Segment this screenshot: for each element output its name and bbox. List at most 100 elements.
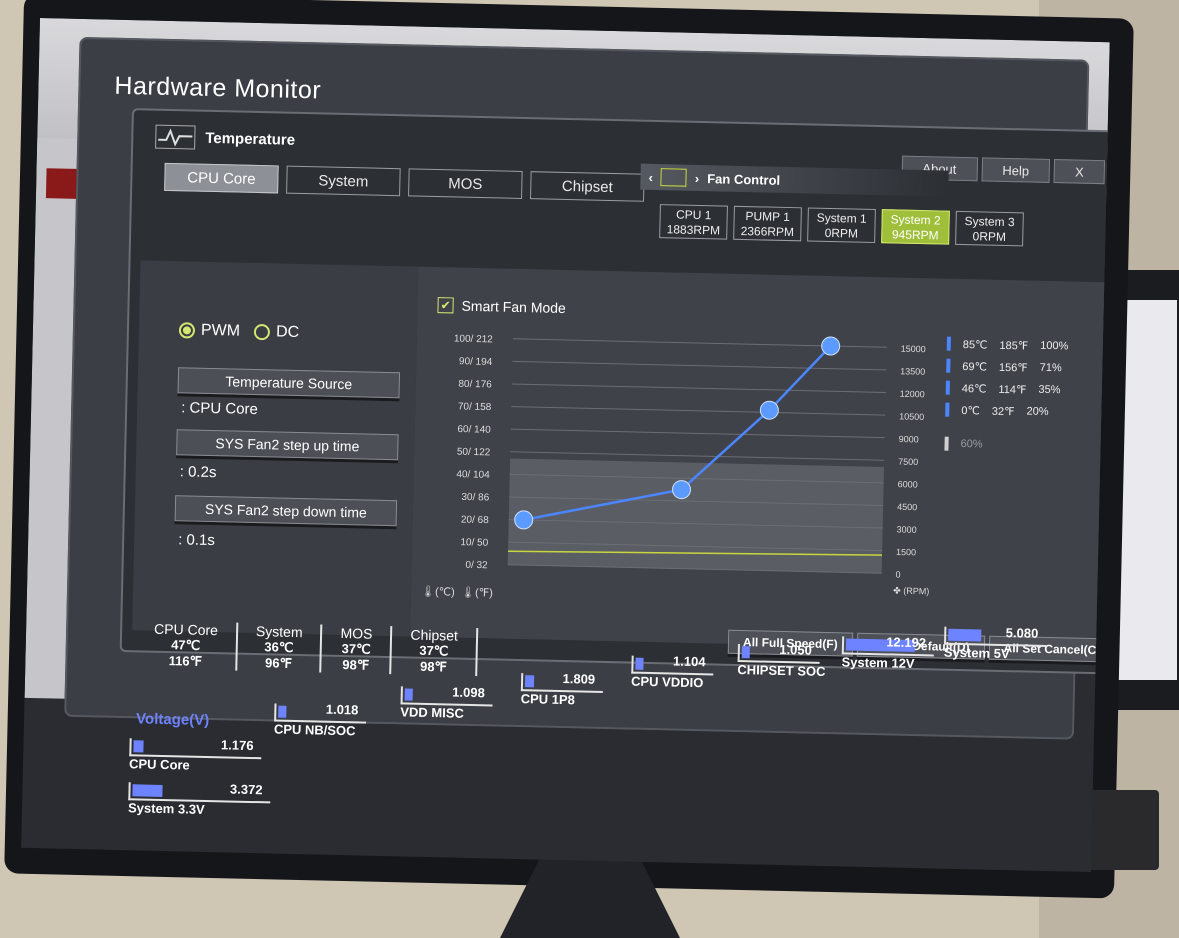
voltage-label: CHIPSET SOC	[737, 661, 826, 679]
unit-celsius: 🌡(℃)	[421, 585, 455, 599]
y-tick-label-left: 100/ 212	[454, 333, 494, 345]
fan-rpm: 945RPM	[891, 227, 939, 243]
fan-control-header[interactable]: ‹ › Fan Control	[640, 163, 949, 197]
y-tick-label-right: 4500	[897, 502, 917, 512]
voltage-item: 5.080 System 5V	[943, 625, 1047, 662]
voltage-bar: 1.176	[129, 737, 262, 760]
tab-chipset[interactable]: Chipset	[530, 171, 645, 202]
voltage-label: System 5V	[943, 644, 1010, 662]
temperature-source-button[interactable]: Temperature Source	[177, 367, 401, 399]
unit-rpm: ✤ (RPM)	[893, 586, 929, 597]
fan-curve-point	[759, 400, 779, 420]
readout-cpu-core: CPU Core 47℃ 116℉	[135, 620, 239, 671]
pwm-option[interactable]: PWM	[178, 321, 241, 340]
y-tick-label-left: 90/ 194	[459, 356, 493, 368]
legend-row: 46℃ 114℉ 35%	[945, 377, 1068, 402]
help-button[interactable]: Help	[981, 157, 1051, 183]
legend-row-extra: 60%	[944, 433, 1066, 458]
tab-mos[interactable]: MOS	[408, 168, 523, 199]
close-button[interactable]: X	[1053, 159, 1106, 185]
voltage-value: 1.809	[562, 671, 596, 687]
voltage-bar: 1.809	[520, 671, 604, 693]
readout-chipset: Chipset 37℃ 98℉	[391, 626, 479, 677]
window-title: Hardware Monitor	[114, 71, 322, 105]
fan-curve-chart[interactable]: 100/ 212 90/ 194 80/ 176 70/ 158 60/ 140 50/ …	[411, 317, 937, 619]
voltage-item: 1.018 CPU NB/SOC	[273, 701, 367, 739]
voltage-item: 12.192 System 12V	[841, 634, 935, 672]
smart-fan-mode[interactable]: ✔ Smart Fan Mode	[437, 297, 566, 316]
tab-system[interactable]: System	[286, 165, 401, 197]
fan-mode-radios: PWM DC	[178, 321, 299, 342]
y-tick-label-right: 13500	[900, 366, 925, 377]
fan-tab-system2[interactable]: System 2 945RPM	[881, 209, 950, 245]
fan-tab-system1[interactable]: System 1 0RPM	[807, 207, 876, 244]
legend-bar	[946, 358, 951, 373]
voltage-item: 1.176 CPU Core	[129, 737, 262, 774]
temperature-readouts: CPU Core 47℃ 116℉ System 36℃ 96℉ MOS 37℃…	[135, 620, 479, 677]
voltage-bar: 12.192	[841, 634, 935, 657]
fan-name: CPU 1	[675, 207, 712, 223]
legend-f: 32℉	[991, 405, 1015, 418]
tab-cpu-core[interactable]: CPU Core	[164, 162, 279, 194]
pwm-label: PWM	[200, 321, 241, 340]
fan-settings-panel: PWM DC Temperature Source : CPU Core SYS…	[132, 260, 419, 637]
legend-f: 185℉	[999, 339, 1029, 353]
voltage-label: CPU VDDIO	[630, 673, 704, 691]
readout-name: CPU Core	[153, 620, 219, 639]
monitor-screen: Hardware Monitor Temperature CPU Core Sy…	[21, 18, 1110, 873]
step-up-time-button[interactable]: SYS Fan2 step up time	[176, 429, 399, 461]
fan-control-label: Fan Control	[707, 170, 781, 188]
readout-fahrenheit: 96℉	[264, 655, 293, 671]
voltage-label: VDD MISC	[400, 704, 465, 721]
y-tick-label-right: 9000	[899, 434, 919, 444]
voltage-label: System 12V	[841, 654, 915, 672]
legend-c: 0℃	[961, 404, 980, 417]
y-tick-label-right: 7500	[898, 457, 918, 467]
chevron-left-icon: ‹	[648, 169, 654, 185]
dc-radio[interactable]	[253, 323, 271, 341]
y-tick-label-left: 40/ 104	[456, 469, 490, 481]
voltage-bar-fill	[132, 784, 163, 797]
legend-c: 85℃	[962, 338, 988, 352]
y-tick-label-left: 70/ 158	[458, 401, 492, 413]
voltage-bar-fill	[635, 657, 644, 670]
y-tick-label-left: 10/ 50	[460, 537, 488, 549]
voltage-label: CPU 1P8	[520, 691, 576, 708]
fan-tab-cpu1[interactable]: CPU 1 1883RPM	[659, 204, 728, 240]
legend-c: 46℃	[961, 382, 987, 396]
y-tick-label-right: 3000	[897, 524, 917, 534]
fan-curve-point	[514, 510, 534, 530]
voltage-bar-fill	[741, 646, 750, 659]
chevron-right-icon: ›	[694, 170, 700, 186]
y-tick-label-right: 0	[895, 570, 900, 580]
y-tick-label-left: 50/ 122	[457, 447, 491, 459]
voltage-value: 12.192	[886, 634, 927, 651]
smart-fan-checkbox[interactable]: ✔	[437, 297, 454, 314]
voltage-bar-fill	[133, 740, 144, 753]
fan-tabs: CPU 1 1883RPM PUMP 1 2366RPM System 1 0R…	[659, 204, 1024, 247]
readout-mos: MOS 37℃ 98℉	[321, 624, 393, 675]
dc-option[interactable]: DC	[253, 323, 299, 342]
fan-tab-system3[interactable]: System 3 0RPM	[955, 210, 1024, 247]
pwm-radio[interactable]	[178, 322, 196, 339]
voltage-value: 1.176	[220, 737, 254, 754]
voltage-value: 1.018	[325, 701, 359, 718]
y-tick-label-right: 6000	[898, 479, 918, 489]
legend-c: 69℃	[962, 360, 988, 374]
legend-row: 69℃ 156℉ 71%	[946, 355, 1068, 380]
voltage-bar: 1.098	[400, 684, 493, 707]
voltage-label: CPU NB/SOC	[273, 721, 356, 739]
fan-tab-pump1[interactable]: PUMP 1 2366RPM	[733, 205, 802, 242]
voltage-bar-fill	[948, 628, 981, 642]
step-down-time-value: : 0.1s	[178, 531, 216, 550]
voltage-value: 1.098	[452, 684, 485, 701]
readout-name: Chipset	[410, 626, 459, 644]
temperature-tabs: CPU Core System MOS Chipset	[164, 162, 645, 202]
voltage-value: 3.372	[229, 781, 263, 798]
step-down-time-button[interactable]: SYS Fan2 step down time	[174, 495, 398, 527]
readout-fahrenheit: 98℉	[419, 658, 448, 675]
voltage-bar-fill	[404, 688, 413, 701]
smart-fan-label: Smart Fan Mode	[461, 297, 567, 317]
legend-pct: 35%	[1038, 383, 1061, 397]
voltage-title: Voltage(V)	[135, 710, 210, 730]
